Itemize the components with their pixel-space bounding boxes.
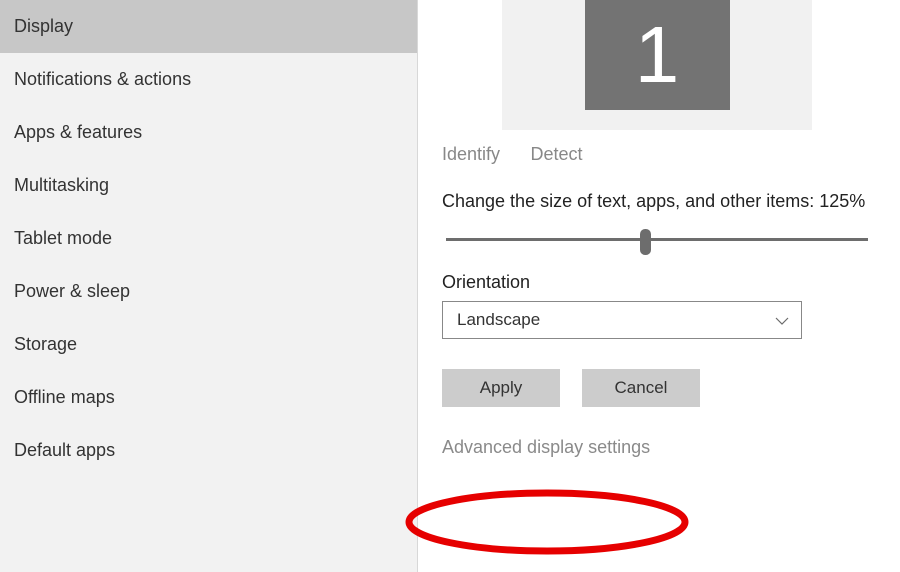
sidebar-item-storage[interactable]: Storage [0, 318, 417, 371]
sidebar-item-offline-maps[interactable]: Offline maps [0, 371, 417, 424]
sidebar-item-notifications[interactable]: Notifications & actions [0, 53, 417, 106]
advanced-display-settings-link[interactable]: Advanced display settings [438, 437, 650, 458]
sidebar-item-multitasking[interactable]: Multitasking [0, 159, 417, 212]
monitor-1-tile[interactable]: 1 [585, 0, 730, 110]
sidebar-item-tablet-mode[interactable]: Tablet mode [0, 212, 417, 265]
chevron-down-icon [775, 313, 789, 327]
orientation-value: Landscape [457, 310, 540, 330]
settings-sidebar: Display Notifications & actions Apps & f… [0, 0, 418, 572]
annotation-highlight-oval [402, 486, 692, 558]
scaling-slider[interactable] [446, 228, 868, 252]
detect-link[interactable]: Detect [531, 144, 583, 165]
orientation-label: Orientation [438, 272, 876, 293]
display-settings-panel: 1 Identify Detect Change the size of tex… [418, 0, 900, 572]
slider-thumb[interactable] [640, 229, 651, 255]
scaling-label: Change the size of text, apps, and other… [438, 191, 876, 212]
sidebar-item-apps-features[interactable]: Apps & features [0, 106, 417, 159]
identify-link[interactable]: Identify [442, 144, 500, 165]
sidebar-item-power-sleep[interactable]: Power & sleep [0, 265, 417, 318]
apply-cancel-row: Apply Cancel [438, 369, 876, 407]
orientation-select[interactable]: Landscape [442, 301, 802, 339]
apply-button[interactable]: Apply [442, 369, 560, 407]
sidebar-item-default-apps[interactable]: Default apps [0, 424, 417, 477]
cancel-button[interactable]: Cancel [582, 369, 700, 407]
monitor-preview-area: 1 [502, 0, 812, 130]
identify-detect-row: Identify Detect [438, 144, 876, 165]
sidebar-item-display[interactable]: Display [0, 0, 417, 53]
slider-track [446, 238, 868, 241]
